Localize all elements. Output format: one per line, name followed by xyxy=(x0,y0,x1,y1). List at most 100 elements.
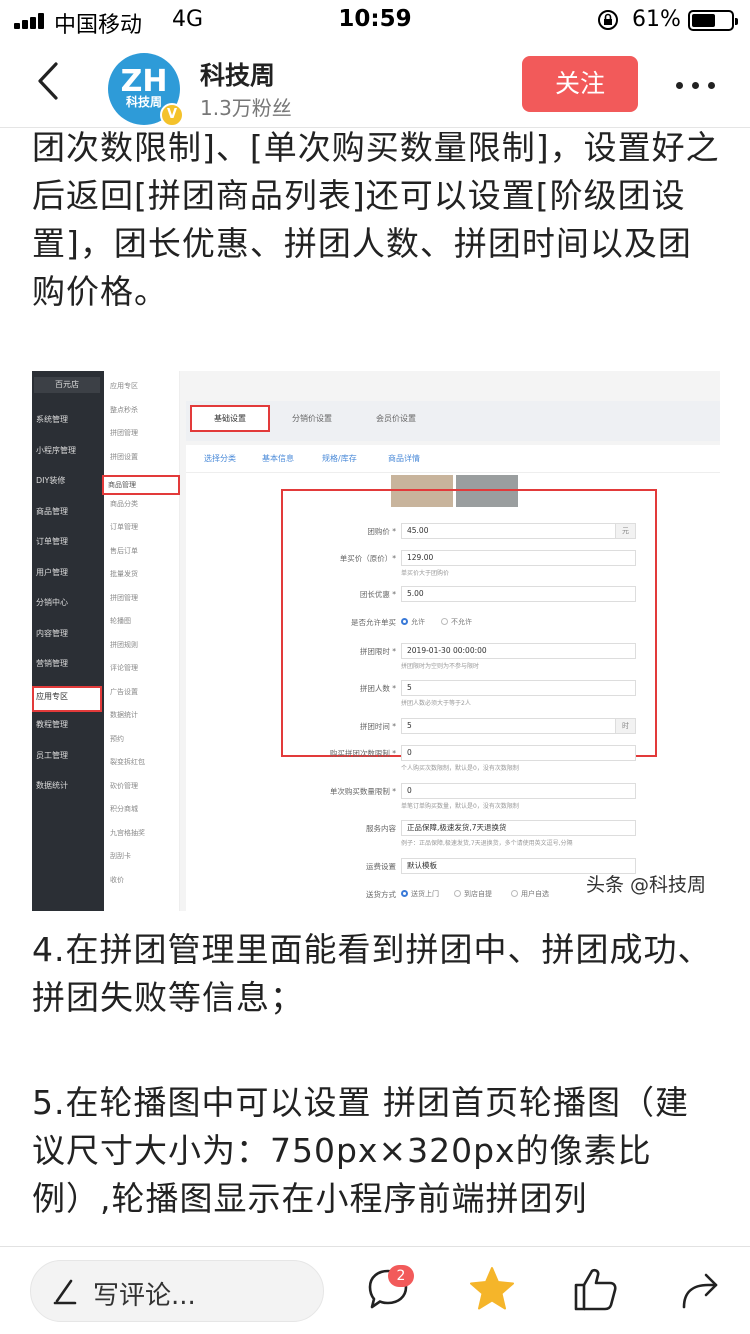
admin-submenu-item: 评论管理 xyxy=(110,664,138,672)
form-input: 0 xyxy=(401,745,636,761)
comment-count-badge: 2 xyxy=(388,1265,414,1287)
admin-submenu-item: 订单管理 xyxy=(110,523,138,531)
comment-input[interactable]: 写评论... xyxy=(30,1260,324,1322)
admin-submenu-item: 商品分类 xyxy=(110,499,138,508)
admin-submenu-item: 拼团设置 xyxy=(110,452,138,461)
admin-submenu-item: 预约 xyxy=(110,734,124,743)
admin-submenu-item: 收价 xyxy=(110,875,124,884)
follow-button[interactable]: 关注 xyxy=(522,56,638,112)
tab-basic-settings: 基础设置 xyxy=(190,405,270,432)
comment-placeholder: 写评论... xyxy=(93,1281,196,1311)
admin-submenu-item: 刮刮卡 xyxy=(110,852,131,860)
form-label: 运费设置 xyxy=(366,862,396,871)
admin-sidebar-item: 系统管理 xyxy=(36,415,68,424)
admin-sidebar-item: 用户管理 xyxy=(36,567,68,577)
verified-badge-icon: V xyxy=(160,103,184,127)
admin-form: 团购价 * 45.00 元 单买价（原价）* 129.00 单买价大于团购价 团长… xyxy=(186,473,720,911)
form-hint: 单笔订单购买数量，默认是0，没有次数限制 xyxy=(401,803,519,810)
form-label: 拼团限时 * xyxy=(359,647,396,656)
form-label: 团购价 * xyxy=(367,527,396,536)
admin-sidebar-item: 订单管理 xyxy=(36,537,68,546)
form-input: 0 xyxy=(401,783,636,799)
tab-distribution-price: 分销价设置 xyxy=(292,414,332,423)
admin-submenu-item: 应用专区 xyxy=(110,382,138,390)
form-hint: 拼团人数必须大于等于2人 xyxy=(401,700,471,707)
form-input: 5.00 xyxy=(401,586,636,602)
author-avatar[interactable]: ZH 科技周 V xyxy=(108,53,184,127)
form-input: 129.00 xyxy=(401,550,636,566)
radio-option: 用户自选 xyxy=(511,889,549,899)
admin-submenu-item: 整点秒杀 xyxy=(110,405,138,414)
form-hint: 单买价大于团购价 xyxy=(401,570,450,577)
admin-submenu-item: 批量发货 xyxy=(110,570,138,578)
admin-sidebar-item: 营销管理 xyxy=(36,659,68,668)
store-name: 百元店 xyxy=(34,377,100,393)
admin-submenu-item: 拼团规则 xyxy=(110,640,138,649)
admin-sidebar-item: 分销中心 xyxy=(36,598,68,607)
radio-option: 不允许 xyxy=(441,617,472,627)
admin-sidebar-item: 商品管理 xyxy=(36,506,68,516)
form-label: 服务内容 xyxy=(366,824,396,833)
article-paragraph: 团次数限制]、[单次购买数量限制]，设置好之后返回[拼团商品列表]还可以设置[阶… xyxy=(32,128,720,311)
form-label: 送货方式 xyxy=(366,890,396,899)
form-label: 购买拼团次数限制 * xyxy=(329,749,396,758)
admin-submenu-item: 积分商城 xyxy=(110,805,138,813)
form-hint: 拼团限时为空则为不参与限时 xyxy=(401,663,480,670)
admin-sidebar-item: 数据统计 xyxy=(36,781,68,790)
form-label: 拼团时间 * xyxy=(359,722,396,731)
admin-sidebar-item: 应用专区 xyxy=(32,685,102,712)
form-label: 拼团人数 * xyxy=(359,684,396,693)
admin-submenu-item: 砍价管理 xyxy=(110,781,138,790)
article-paragraph: 4.在拼团管理里面能看到拼团中、拼团成功、拼团失败等信息； xyxy=(32,930,712,1017)
article-body: 团次数限制]、[单次购买数量限制]，设置好之后返回[拼团商品列表]还可以设置[阶… xyxy=(32,128,722,1246)
form-input: 45.00 元 xyxy=(401,523,636,539)
admin-main: 基础设置 分销价设置 会员价设置 选择分类 基本信息 规格/库存 商品详情 团购… xyxy=(180,371,720,911)
radio-option: 送货上门 xyxy=(401,889,439,899)
subtab-basic-info: 基本信息 xyxy=(262,454,294,463)
admin-sidebar-item: 内容管理 xyxy=(36,628,68,638)
more-options-button[interactable] xyxy=(674,62,718,106)
admin-submenu-item: 数据统计 xyxy=(110,711,138,719)
star-icon[interactable] xyxy=(466,1263,518,1315)
admin-sidebar: 百元店 系统管理 小程序管理 DIY装修 商品管理 订单管理 用户管理 分销中心 内容管理 营销… xyxy=(32,371,104,911)
chevron-left-icon xyxy=(38,62,58,100)
admin-submenu-item: 广告设置 xyxy=(110,687,138,696)
like-icon[interactable] xyxy=(570,1263,622,1315)
image-watermark: 头条 @科技周 xyxy=(585,874,706,896)
form-hint: 例子：正品保障,极速发货,7天退换货，多个请使用英文逗号,分隔 xyxy=(401,840,573,847)
form-input: 5 xyxy=(401,680,636,696)
back-button[interactable] xyxy=(26,56,76,106)
form-label: 单买价（原价）* xyxy=(339,554,396,563)
status-bar: 中国移动 4G 10:59 61% xyxy=(0,0,750,40)
rotation-lock-icon xyxy=(598,10,618,30)
article-image[interactable]: 百元店 系统管理 小程序管理 DIY装修 商品管理 订单管理 用户管理 分销中心 内容管理 营销… xyxy=(32,371,720,911)
share-icon[interactable] xyxy=(674,1263,726,1315)
admin-sidebar-item: 教程管理 xyxy=(36,720,68,729)
admin-submenu: 应用专区 整点秒杀 拼团管理 拼团设置 商品管理 商品分类 订单管理 售后订单 批量发货 拼团管理… xyxy=(102,371,180,911)
admin-tabs: 基础设置 分销价设置 会员价设置 xyxy=(186,401,720,441)
admin-submenu-item: 售后订单 xyxy=(110,546,138,555)
admin-submenu-item: 九宫格抽奖 xyxy=(110,828,145,837)
tab-member-price: 会员价设置 xyxy=(376,414,416,423)
form-label: 是否允许单买 xyxy=(351,618,396,627)
avatar-letters: ZH xyxy=(120,64,168,99)
form-label: 团长优惠 * xyxy=(359,590,396,599)
form-hint: 个人购买次数限制，默认是0，没有次数限制 xyxy=(401,765,519,772)
form-input: 5时 xyxy=(401,718,636,734)
admin-submenu-item: 拼团管理 xyxy=(110,429,138,437)
form-label: 单次购买数量限制 * xyxy=(329,787,396,796)
admin-submenu-item: 裂变拆红包 xyxy=(110,758,145,766)
admin-subtabs: 选择分类 基本信息 规格/库存 商品详情 xyxy=(186,445,720,473)
author-name[interactable]: 科技周 xyxy=(200,56,275,92)
form-input: 正品保障,极速发货,7天退换货 xyxy=(401,820,636,836)
battery-percent: 61% xyxy=(632,7,681,32)
pen-icon xyxy=(53,1279,77,1305)
subtab-spec-stock: 规格/库存 xyxy=(322,454,357,463)
subtab-detail: 商品详情 xyxy=(388,454,420,463)
form-input: 2019-01-30 00:00:00 xyxy=(401,643,636,659)
fan-count: 1.3万粉丝 xyxy=(200,96,292,120)
article-paragraph: 5.在轮播图中可以设置 拼团首页轮播图（建议尺寸大小为：750px×320px的… xyxy=(32,1083,689,1218)
radio-option: 允许 xyxy=(401,617,425,627)
radio-option: 到店自提 xyxy=(454,889,492,899)
admin-submenu-item: 轮播图 xyxy=(110,617,131,625)
